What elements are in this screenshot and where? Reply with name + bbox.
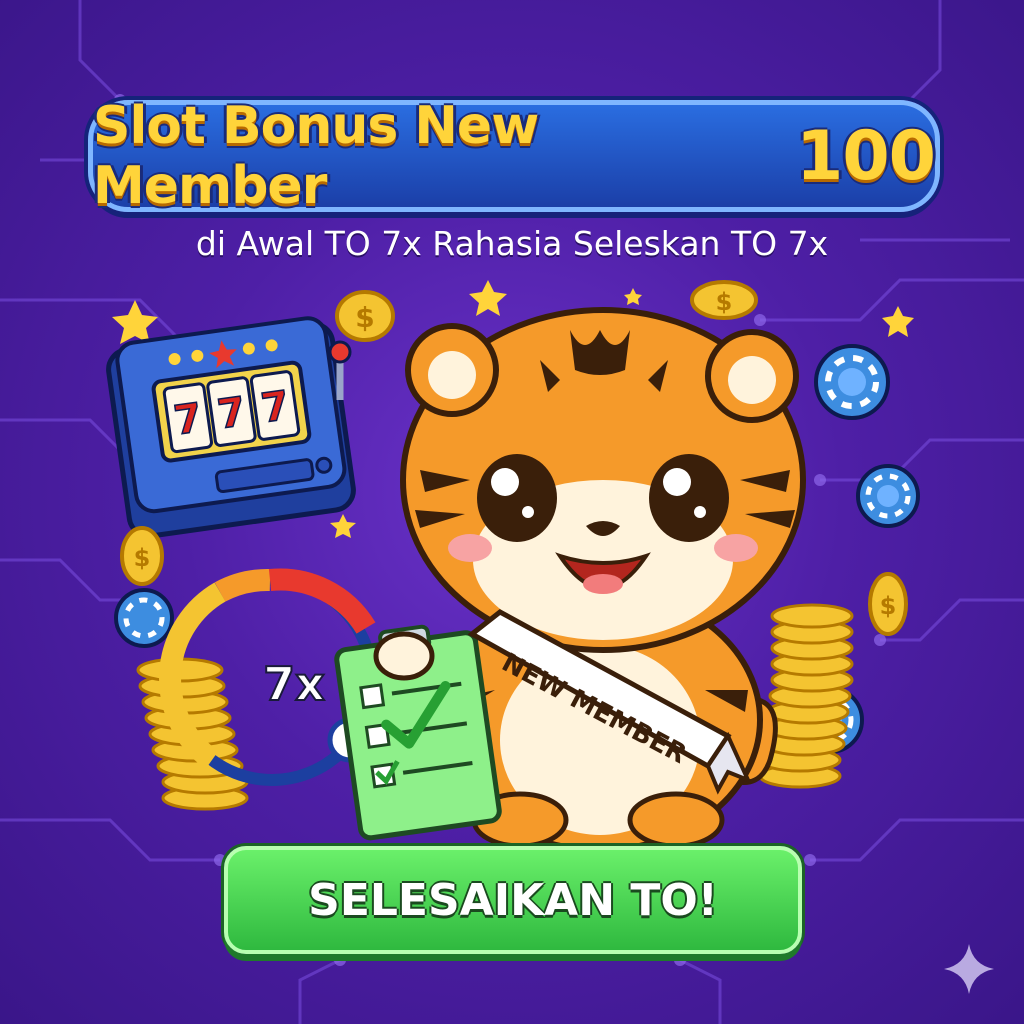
selesaikan-to-button[interactable]: SELESAIKAN TO! [224,846,802,954]
coin-stack-right [758,603,854,789]
star-icon [882,306,914,337]
slot-machine: 7 7 7 [106,316,356,539]
star-icon [330,514,356,538]
sparkle-icon [944,944,994,994]
svg-text:$: $ [716,288,733,316]
svg-text:$: $ [355,301,374,334]
cta-label: SELESAIKAN TO! [308,874,718,926]
svg-text:$: $ [880,592,897,620]
star-icon [112,300,158,344]
promo-poster: Slot Bonus New Member 100 di Awal TO 7x … [0,0,1024,1024]
svg-text:$: $ [134,544,151,572]
gauge-label: 7x [263,657,325,711]
star-icon [469,280,507,316]
star-icon [624,288,642,305]
